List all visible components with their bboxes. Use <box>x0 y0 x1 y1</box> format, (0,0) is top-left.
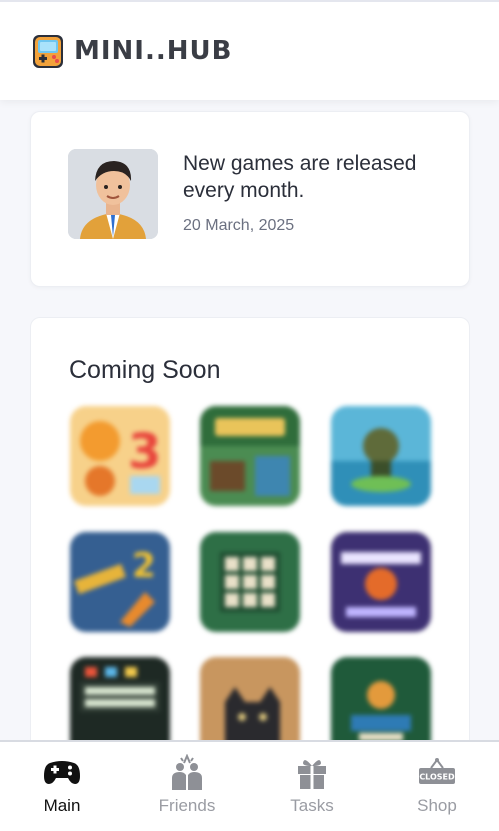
avatar-illustration <box>68 149 158 239</box>
news-title: New games are released every month. <box>183 152 417 202</box>
friends-icon <box>172 754 202 790</box>
game-console-logo-icon <box>33 35 63 68</box>
svg-text:3: 3 <box>128 424 161 480</box>
game-tile-4[interactable]: 2 <box>70 532 170 632</box>
bottom-nav: Main Friends Tasks CLOSED Shop <box>0 740 499 831</box>
shop-closed-icon: CLOSED <box>419 758 455 784</box>
coming-soon-card: Coming Soon 3 2 <box>30 317 470 777</box>
game-tile-6[interactable] <box>331 532 431 632</box>
game-tile-2[interactable] <box>200 406 300 506</box>
gamepad-icon <box>44 761 80 784</box>
news-card[interactable]: New games are released every month. 20 M… <box>30 111 470 287</box>
brand-title: MINI..HUB <box>74 36 233 66</box>
avatar <box>68 149 158 239</box>
nav-label-tasks: Tasks <box>290 796 334 815</box>
nav-item-tasks[interactable]: Tasks <box>250 742 374 831</box>
nav-label-main: Main <box>43 796 81 815</box>
coming-soon-title: Coming Soon <box>69 356 221 384</box>
nav-item-shop[interactable]: CLOSED Shop <box>375 742 499 831</box>
nav-label-shop: Shop <box>417 796 457 815</box>
game-tile-3[interactable] <box>331 406 431 506</box>
nav-item-friends[interactable]: Friends <box>125 742 249 831</box>
shop-closed-sign-text: CLOSED <box>419 773 455 782</box>
game-tile-1[interactable]: 3 <box>70 406 170 506</box>
app-header: MINI..HUB <box>0 0 499 100</box>
news-date: 20 March, 2025 <box>183 217 295 234</box>
nav-label-friends: Friends <box>158 796 216 815</box>
nav-item-main[interactable]: Main <box>0 742 124 831</box>
game-tile-5[interactable] <box>200 532 300 632</box>
svg-text:2: 2 <box>132 546 156 586</box>
gift-icon <box>298 760 326 789</box>
